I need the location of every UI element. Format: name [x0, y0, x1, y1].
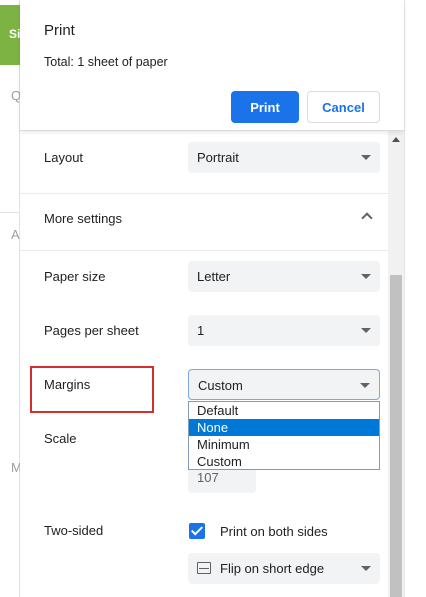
background-letter-a: A	[11, 227, 20, 242]
paper-size-select-value: Letter	[197, 269, 231, 284]
margins-option-minimum[interactable]: Minimum	[189, 436, 379, 453]
chevron-down-icon	[360, 383, 370, 388]
layout-select-value: Portrait	[197, 150, 239, 165]
margins-option-none[interactable]: None	[189, 419, 379, 436]
flip-edge-select[interactable]: Flip on short edge	[188, 553, 380, 584]
pages-per-sheet-select[interactable]: 1	[188, 315, 380, 346]
print-button[interactable]: Print	[231, 91, 299, 123]
margins-option-default[interactable]: Default	[189, 402, 379, 419]
paper-size-select[interactable]: Letter	[188, 261, 380, 292]
scale-label: Scale	[44, 431, 77, 446]
sheet-total: Total: 1 sheet of paper	[44, 55, 168, 69]
background-divider	[0, 212, 20, 213]
settings-scrollbar[interactable]	[388, 131, 404, 597]
flip-edge-select-value: Flip on short edge	[220, 561, 325, 576]
scale-input-value: 107	[197, 470, 219, 485]
settings-panel: Layout Portrait More settings Paper size…	[20, 131, 388, 597]
background-page: Si Q A M	[0, 0, 22, 597]
chevron-down-icon	[361, 274, 371, 279]
layout-select[interactable]: Portrait	[188, 142, 380, 173]
background-green-tab: Si	[0, 5, 20, 65]
chevron-up-icon[interactable]	[361, 212, 373, 224]
margins-select[interactable]: Custom	[188, 369, 380, 400]
scrollbar-thumb[interactable]	[390, 275, 402, 597]
print-both-sides-label[interactable]: Print on both sides	[220, 524, 328, 539]
pages-per-sheet-select-value: 1	[197, 323, 205, 338]
chevron-down-icon	[361, 566, 371, 571]
margins-dropdown-list: Default None Minimum Custom	[188, 401, 380, 470]
section-divider	[20, 250, 388, 251]
pages-per-sheet-label: Pages per sheet	[44, 323, 139, 338]
margins-highlight-box	[30, 366, 154, 413]
section-divider	[20, 193, 388, 194]
print-both-sides-checkbox[interactable]	[189, 523, 205, 539]
more-settings-label[interactable]: More settings	[44, 211, 122, 226]
two-sided-label: Two-sided	[44, 523, 104, 538]
chevron-down-icon	[361, 328, 371, 333]
background-green-tab-text: Si	[9, 27, 21, 41]
margins-select-value: Custom	[198, 378, 243, 393]
dialog-title: Print	[44, 22, 75, 39]
right-background-strip	[404, 0, 426, 597]
scroll-up-icon[interactable]	[392, 137, 400, 142]
chevron-down-icon	[361, 155, 371, 160]
layout-label: Layout	[44, 150, 84, 165]
flip-page-icon	[197, 562, 211, 574]
paper-size-label: Paper size	[44, 269, 106, 284]
print-dialog-header: Print Total: 1 sheet of paper Print Canc…	[20, 0, 404, 131]
margins-option-custom[interactable]: Custom	[189, 453, 379, 470]
cancel-button[interactable]: Cancel	[307, 91, 380, 123]
